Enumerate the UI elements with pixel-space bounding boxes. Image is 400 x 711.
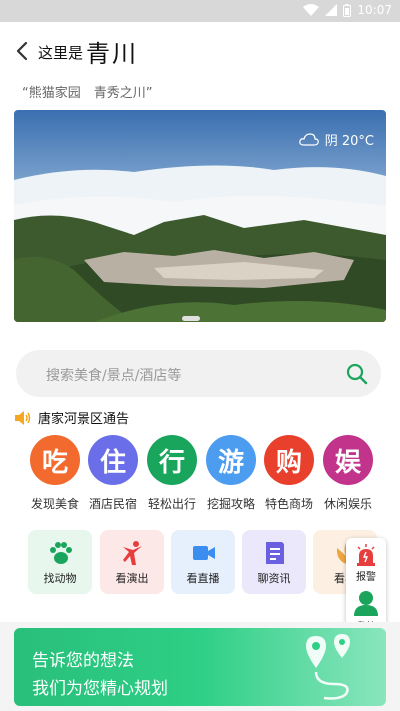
header-prefix: 这里是	[38, 44, 84, 62]
cloud-icon	[298, 133, 319, 146]
battery-icon	[343, 3, 352, 17]
category-hotel[interactable]: 住 酒店民宿	[83, 435, 143, 512]
notice-bar[interactable]: 唐家河景区通告	[14, 408, 129, 427]
signal-icon	[325, 4, 338, 16]
status-time: 10:07	[357, 3, 392, 17]
tour-icon: 游	[206, 435, 256, 485]
video-camera-icon	[193, 546, 215, 560]
page-title: 青川	[86, 40, 138, 68]
category-label: 休闲娱乐	[323, 497, 372, 511]
dancer-icon	[123, 541, 142, 565]
food-icon: 吃	[30, 435, 80, 485]
shopping-icon: 购	[264, 435, 314, 485]
user-icon[interactable]	[354, 590, 378, 616]
map-route-icon	[306, 634, 350, 700]
entertainment-icon: 娱	[323, 435, 373, 485]
category-label: 挖掘攻略	[206, 497, 255, 511]
category-label: 轻松出行	[147, 497, 196, 511]
header: 这里是 青川	[0, 22, 400, 82]
service-row: 找动物 看演出 看直播 聊资讯 看非	[0, 530, 400, 596]
category-row: 吃 发现美食 住 酒店民宿 行 轻松出行 游 挖掘攻略 购 特色商场 娱 休闲娱…	[0, 435, 400, 515]
service-label: 聊资讯	[257, 572, 291, 585]
search-bar[interactable]: 搜索美食/景点/酒店等	[16, 350, 381, 397]
alarm-icon[interactable]	[356, 544, 376, 566]
weather-text: 阴 20°C	[324, 134, 374, 149]
search-icon[interactable]	[345, 362, 369, 386]
category-shopping[interactable]: 购 特色商场	[259, 435, 319, 512]
hotel-icon: 住	[88, 435, 138, 485]
paw-icon	[50, 542, 72, 564]
notice-text: 唐家河景区通告	[38, 412, 130, 427]
category-food[interactable]: 吃 发现美食	[25, 435, 85, 512]
service-live[interactable]: 看直播	[171, 530, 235, 594]
slogan: “熊猫家园 青秀之川”	[22, 86, 153, 101]
carousel-indicator	[182, 316, 200, 321]
floating-action-panel: 报警 我的	[346, 538, 386, 634]
category-travel[interactable]: 行 轻松出行	[142, 435, 202, 512]
category-label: 发现美食	[30, 497, 79, 511]
promo-line1: 告诉您的想法	[32, 651, 134, 671]
promo-line2: 我们为您精心规划	[32, 679, 168, 699]
service-shows[interactable]: 看演出	[100, 530, 164, 594]
status-icons: 10:07	[303, 3, 392, 17]
service-label: 看直播	[186, 572, 220, 585]
travel-icon: 行	[147, 435, 197, 485]
speaker-icon	[15, 410, 31, 425]
service-find-animals[interactable]: 找动物	[28, 530, 92, 594]
wifi-icon	[303, 4, 320, 16]
service-label: 找动物	[43, 572, 77, 585]
category-entertainment[interactable]: 娱 休闲娱乐	[318, 435, 378, 512]
service-news[interactable]: 聊资讯	[242, 530, 306, 594]
category-guide[interactable]: 游 挖掘攻略	[201, 435, 261, 512]
category-label: 酒店民宿	[88, 497, 137, 511]
category-label: 特色商场	[264, 497, 313, 511]
back-arrow-icon[interactable]	[12, 39, 34, 63]
alarm-label[interactable]: 报警	[346, 568, 386, 583]
plan-banner[interactable]: 告诉您的想法 我们为您精心规划	[14, 628, 386, 706]
search-input[interactable]: 搜索美食/景点/酒店等	[46, 365, 181, 385]
service-label: 看演出	[115, 572, 149, 585]
weather-widget: 阴 20°C	[298, 130, 374, 149]
banner-image[interactable]: 阴 20°C	[14, 110, 386, 322]
status-bar: 10:07	[0, 0, 400, 22]
document-icon	[266, 542, 284, 564]
